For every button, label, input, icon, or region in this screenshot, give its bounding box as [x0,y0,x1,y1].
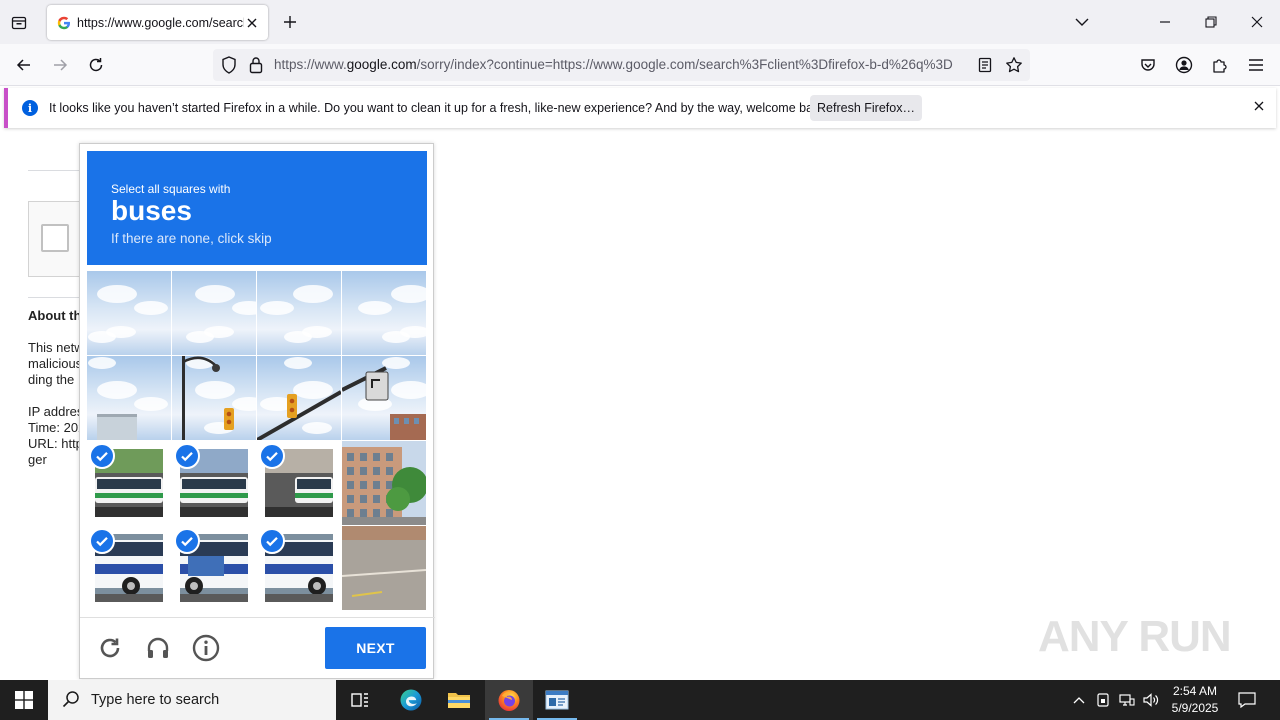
checkmark-icon [259,528,285,554]
captcha-tile[interactable] [342,271,426,355]
instruction-hint: If there are none, click skip [111,231,272,246]
search-icon [62,690,80,711]
page-text-line: malicious [28,356,80,371]
firefox-taskbar-icon[interactable] [485,680,533,720]
firefox-refresh-notification: i It looks like you haven’t started Fire… [4,88,1276,128]
captcha-target-word: buses [111,195,192,226]
page-text-line: ger [28,452,47,467]
reload-challenge-icon[interactable] [96,634,124,662]
list-all-tabs-icon[interactable] [1070,10,1094,34]
pocket-icon[interactable] [1136,53,1160,77]
url-prefix: https://www. [274,57,347,72]
reload-icon[interactable] [84,53,108,77]
tab-title: https://www.google.com/search [77,15,244,30]
captcha-tile[interactable] [257,271,341,355]
file-explorer-icon[interactable] [435,680,483,720]
captcha-tile[interactable] [172,356,256,440]
captcha-tile[interactable] [172,271,256,355]
page-text-line: Time: 202 [28,420,80,435]
network-icon[interactable] [1118,691,1136,709]
back-arrow-icon[interactable] [12,53,36,77]
navigation-bar: https://www.google.com/sorry/index?conti… [0,44,1280,86]
captcha-tile[interactable] [257,356,341,440]
captcha-tile-selected[interactable] [172,526,256,610]
close-notification-icon[interactable] [1254,100,1264,114]
clock-date: 5/9/2025 [1171,701,1219,715]
audio-challenge-icon[interactable] [144,634,172,662]
page-text-line: This netw [28,340,80,355]
captcha-footer: NEXT [80,617,435,679]
show-hidden-icons-chevron-icon[interactable] [1070,691,1088,709]
page-heading: About th [28,308,80,323]
page-text-line: ding the [28,372,75,387]
browser-tab[interactable]: https://www.google.com/search [47,5,268,40]
reader-view-icon[interactable] [978,57,992,76]
notifications-icon[interactable] [1238,691,1256,709]
captcha-tile[interactable] [87,356,171,440]
bookmark-star-icon[interactable] [1005,56,1023,77]
next-button[interactable]: NEXT [325,627,426,669]
app-window-icon[interactable] [533,680,581,720]
clock-time: 2:54 AM [1172,684,1218,698]
tracking-protection-shield-icon[interactable] [221,56,237,77]
device-tray-icon[interactable] [1094,691,1112,709]
captcha-tile[interactable] [342,526,426,610]
help-info-icon[interactable] [192,634,220,662]
page-text-line: URL: http [28,436,80,451]
anyrun-watermark: ANY RUN [1038,612,1232,661]
url-text[interactable]: https://www.google.com/sorry/index?conti… [274,57,970,72]
page-text-line: IP addres [28,404,80,419]
task-view-icon[interactable] [336,680,384,720]
captcha-tile[interactable] [87,271,171,355]
captcha-tile-selected[interactable] [257,441,341,525]
captcha-instructions: Select all squares with buses If there a… [87,151,427,265]
tab-strip: https://www.google.com/search [0,0,1280,44]
google-g-icon [57,16,71,30]
close-tab-icon[interactable] [244,15,260,31]
info-icon: i [22,100,38,116]
volume-icon[interactable] [1142,691,1160,709]
minimize-icon[interactable] [1153,10,1177,34]
restore-icon[interactable] [1199,10,1223,34]
hamburger-menu-icon[interactable] [1244,53,1268,77]
instruction-line: Select all squares with [111,182,231,196]
url-domain: google.com [346,57,417,72]
taskbar-search-box[interactable]: Type here to search [48,680,336,720]
close-window-icon[interactable] [1245,10,1269,34]
checkmark-icon [174,528,200,554]
recaptcha-checkbox[interactable] [41,224,69,252]
captcha-tile-selected[interactable] [87,526,171,610]
lock-icon[interactable] [249,56,263,77]
edge-browser-icon[interactable] [387,680,435,720]
url-path: /sorry/index?continue=https://www.google… [416,57,953,72]
checkmark-icon [259,443,285,469]
captcha-challenge-dialog: Select all squares with buses If there a… [79,143,435,679]
windows-taskbar: Type here to search 2:54 AM 5/9/2025 [0,680,1280,720]
captcha-tile-selected[interactable] [172,441,256,525]
windows-start-icon[interactable] [0,680,48,720]
captcha-tile[interactable] [342,441,426,525]
extensions-puzzle-icon[interactable] [1208,53,1232,77]
captcha-tile-selected[interactable] [87,441,171,525]
search-placeholder: Type here to search [91,692,220,708]
account-icon[interactable] [1172,53,1196,77]
captcha-tile[interactable] [342,356,426,440]
captcha-tile-selected[interactable] [257,526,341,610]
captcha-image-grid [87,271,427,611]
firefox-view-icon[interactable] [8,12,30,34]
new-tab-button[interactable] [280,12,300,32]
refresh-firefox-button[interactable]: Refresh Firefox… [810,95,922,121]
checkmark-icon [174,443,200,469]
checkmark-icon [89,528,115,554]
url-bar[interactable]: https://www.google.com/sorry/index?conti… [213,49,1030,81]
system-clock[interactable]: 2:54 AM 5/9/2025 [1162,683,1228,717]
checkmark-icon [89,443,115,469]
forward-arrow-icon[interactable] [48,53,72,77]
notification-text: It looks like you haven’t started Firefo… [49,101,830,115]
